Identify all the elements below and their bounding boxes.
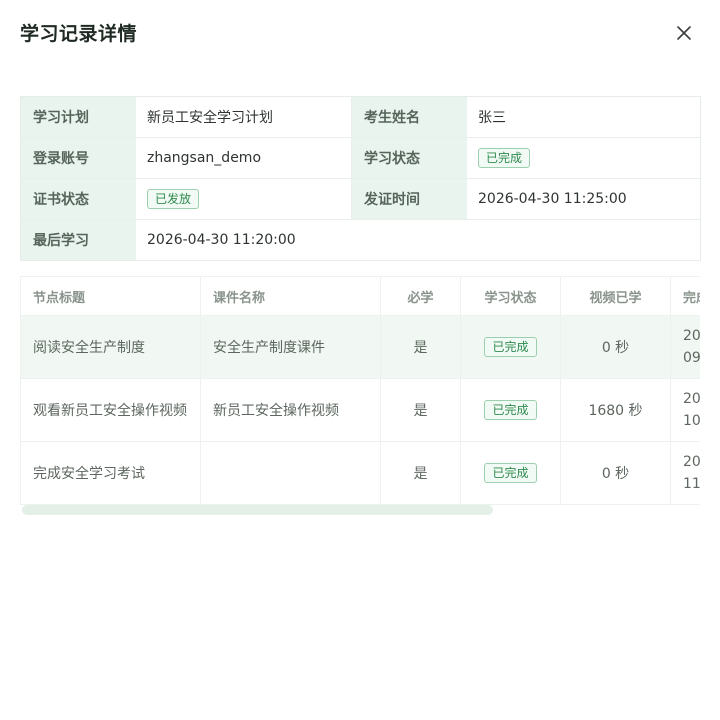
- cell-video: 0 秒: [560, 315, 671, 379]
- horizontal-scrollbar[interactable]: [22, 505, 493, 515]
- issue-time-label: 发证时间: [352, 179, 467, 219]
- cert-status-value-cell: 已发放: [136, 179, 352, 219]
- status-badge: 已完成: [478, 148, 531, 168]
- cell-course: [200, 441, 381, 505]
- done-line1: 20: [683, 454, 700, 470]
- status-badge: 已完成: [484, 400, 537, 420]
- info-row-last-study: 最后学习 2026-04-30 11:20:00: [21, 220, 700, 260]
- info-descriptions: 学习计划 新员工安全学习计划 考生姓名 张三 登录账号 zhangsan_dem…: [20, 96, 701, 261]
- cell-course: 新员工安全操作视频: [200, 378, 381, 442]
- cert-status-badge: 已发放: [147, 189, 200, 209]
- cell-required: 是: [380, 378, 461, 442]
- cell-done: 20 09: [670, 315, 700, 379]
- status-badge: 已完成: [484, 337, 537, 357]
- dialog-title: 学习记录详情: [20, 23, 138, 45]
- cell-title: 完成安全学习考试: [20, 441, 201, 505]
- last-study-label: 最后学习: [21, 220, 136, 260]
- col-header-required: 必学: [380, 276, 461, 316]
- close-button[interactable]: [672, 21, 696, 45]
- info-row-plan: 学习计划 新员工安全学习计划 考生姓名 张三: [21, 97, 700, 138]
- status-badge: 已完成: [484, 463, 537, 483]
- cell-status: 已完成: [460, 315, 561, 379]
- table-row[interactable]: 观看新员工安全操作视频 新员工安全操作视频 是 已完成 1680 秒 20 10: [20, 378, 700, 442]
- cell-status: 已完成: [460, 378, 561, 442]
- table-header-row: 节点标题 课件名称 必学 学习状态 视频已学 完成: [20, 276, 700, 316]
- done-line2: 11: [683, 476, 700, 492]
- cell-course: 安全生产制度课件: [200, 315, 381, 379]
- account-label: 登录账号: [21, 138, 136, 178]
- done-line2: 09: [683, 350, 700, 366]
- col-header-course: 课件名称: [200, 276, 381, 316]
- cell-status: 已完成: [460, 441, 561, 505]
- plan-value: 新员工安全学习计划: [136, 97, 352, 137]
- done-line1: 20: [683, 328, 700, 344]
- cell-video: 0 秒: [560, 441, 671, 505]
- status-label: 学习状态: [352, 138, 467, 178]
- last-study-value: 2026-04-30 11:20:00: [147, 232, 296, 248]
- nodes-table-container[interactable]: 节点标题 课件名称 必学 学习状态 视频已学 完成 阅读安全生产制度 安全生产制…: [20, 276, 700, 518]
- cert-status-label: 证书状态: [21, 179, 136, 219]
- col-header-title: 节点标题: [20, 276, 201, 316]
- table-row[interactable]: 完成安全学习考试 是 已完成 0 秒 20 11: [20, 441, 700, 505]
- cell-title: 观看新员工安全操作视频: [20, 378, 201, 442]
- name-label: 考生姓名: [352, 97, 467, 137]
- status-value-cell: 已完成: [467, 138, 700, 178]
- cell-required: 是: [380, 441, 461, 505]
- info-row-account: 登录账号 zhangsan_demo 学习状态 已完成: [21, 138, 700, 179]
- cell-required: 是: [380, 315, 461, 379]
- cell-done: 20 10: [670, 378, 700, 442]
- col-header-status: 学习状态: [460, 276, 561, 316]
- col-header-video: 视频已学: [560, 276, 671, 316]
- col-header-done: 完成: [670, 276, 700, 316]
- account-value: zhangsan_demo: [136, 138, 352, 178]
- cell-done: 20 11: [670, 441, 700, 505]
- done-line2: 10: [683, 413, 700, 429]
- plan-label: 学习计划: [21, 97, 136, 137]
- done-line1: 20: [683, 391, 700, 407]
- nodes-table: 节点标题 课件名称 必学 学习状态 视频已学 完成 阅读安全生产制度 安全生产制…: [20, 276, 700, 505]
- cell-video: 1680 秒: [560, 378, 671, 442]
- info-row-cert: 证书状态 已发放 发证时间 2026-04-30 11:25:00: [21, 179, 700, 220]
- issue-time-value: 2026-04-30 11:25:00: [478, 191, 627, 207]
- cell-title: 阅读安全生产制度: [20, 315, 201, 379]
- close-icon: [677, 26, 691, 40]
- table-row[interactable]: 阅读安全生产制度 安全生产制度课件 是 已完成 0 秒 20 09: [20, 315, 700, 379]
- name-value: 张三: [478, 110, 506, 126]
